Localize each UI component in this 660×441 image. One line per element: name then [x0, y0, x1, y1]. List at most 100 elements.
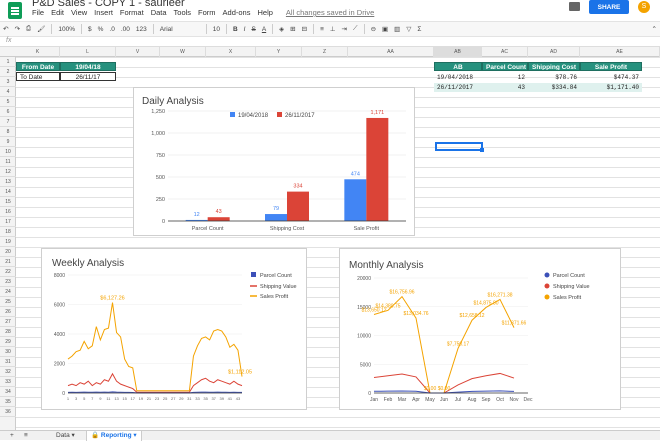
to-date-label[interactable]: To Date: [16, 72, 60, 81]
menu-data[interactable]: Data: [151, 8, 167, 17]
col-header[interactable]: K: [16, 47, 60, 57]
formula-bar[interactable]: fx: [0, 37, 660, 47]
align-icon[interactable]: ≡: [320, 26, 324, 33]
row-header[interactable]: 34: [0, 387, 16, 397]
valign-icon[interactable]: ⊥: [330, 25, 336, 33]
summary-cell[interactable]: 12: [482, 73, 528, 82]
summary-cell[interactable]: $1,171.40: [580, 83, 642, 92]
menu-form[interactable]: Form: [198, 8, 216, 17]
increase-decimal-button[interactable]: .00: [121, 26, 130, 33]
summary-header-shipping[interactable]: Shipping Cost: [528, 62, 580, 71]
daily-analysis-chart[interactable]: Daily Analysis 19/04/2018 26/11/2017 0 25…: [133, 87, 415, 236]
summary-header-profit[interactable]: Sale Profit: [580, 62, 642, 71]
to-date-value[interactable]: 26/11/17: [60, 72, 116, 81]
undo-icon[interactable]: ↶: [3, 25, 8, 33]
row-header[interactable]: 17: [0, 217, 16, 227]
col-header[interactable]: AA: [348, 47, 434, 57]
avatar[interactable]: S: [638, 1, 650, 13]
row-header[interactable]: 25: [0, 297, 16, 307]
share-button[interactable]: SHARE: [589, 0, 629, 14]
strikethrough-icon[interactable]: S: [251, 26, 255, 33]
functions-icon[interactable]: Σ: [417, 26, 421, 33]
menu-view[interactable]: View: [71, 8, 87, 17]
row-header[interactable]: 5: [0, 97, 16, 107]
summary-header-ab[interactable]: AB: [434, 62, 482, 71]
percent-button[interactable]: %: [98, 26, 104, 33]
row-header[interactable]: 12: [0, 167, 16, 177]
row-header[interactable]: 26: [0, 307, 16, 317]
row-header[interactable]: 21: [0, 257, 16, 267]
menu-edit[interactable]: Edit: [51, 8, 64, 17]
row-header[interactable]: 14: [0, 187, 16, 197]
filter-icon[interactable]: ▽: [406, 25, 411, 33]
wrap-icon[interactable]: ⇥: [342, 25, 347, 33]
bar[interactable]: [287, 191, 309, 221]
bar[interactable]: [344, 179, 367, 221]
row-header[interactable]: 18: [0, 227, 16, 237]
row-header[interactable]: 36: [0, 407, 16, 417]
row-header[interactable]: 22: [0, 267, 16, 277]
row-header[interactable]: 31: [0, 357, 16, 367]
sheets-logo-icon[interactable]: [8, 2, 22, 19]
col-header[interactable]: Y: [256, 47, 302, 57]
row-header[interactable]: 4: [0, 87, 16, 97]
row-header[interactable]: 13: [0, 177, 16, 187]
row-header[interactable]: 16: [0, 207, 16, 217]
menu-help[interactable]: Help: [257, 8, 272, 17]
collapse-toolbar-icon[interactable]: ⌃: [652, 25, 657, 33]
summary-header-parcel[interactable]: Parcel Count: [482, 62, 528, 71]
row-header[interactable]: 15: [0, 197, 16, 207]
bold-icon[interactable]: B: [233, 26, 238, 33]
row-header[interactable]: 6: [0, 107, 16, 117]
row-header[interactable]: 10: [0, 147, 16, 157]
col-header[interactable]: AB: [434, 47, 482, 57]
more-formats-button[interactable]: 123: [136, 26, 147, 33]
bar[interactable]: [207, 217, 230, 221]
row-header[interactable]: 29: [0, 337, 16, 347]
row-header[interactable]: 35: [0, 397, 16, 407]
decrease-decimal-button[interactable]: .0: [109, 26, 114, 33]
bar[interactable]: [366, 117, 389, 221]
row-header[interactable]: 19: [0, 237, 16, 247]
row-header[interactable]: 1: [0, 57, 16, 67]
col-header[interactable]: AC: [482, 47, 528, 57]
row-header[interactable]: 9: [0, 137, 16, 147]
col-header[interactable]: AD: [528, 47, 580, 57]
col-header[interactable]: L: [60, 47, 116, 57]
col-header[interactable]: AE: [580, 47, 660, 57]
col-header[interactable]: Z: [302, 47, 348, 57]
selected-cell[interactable]: [435, 142, 484, 152]
summary-cell[interactable]: 26/11/2017: [434, 83, 482, 92]
menu-addons[interactable]: Add-ons: [223, 8, 251, 17]
row-header[interactable]: 27: [0, 317, 16, 327]
col-header[interactable]: X: [206, 47, 256, 57]
link-icon[interactable]: ⊖: [371, 25, 376, 33]
comments-icon[interactable]: [569, 2, 580, 11]
summary-cell[interactable]: $474.37: [580, 73, 642, 82]
font-size-select[interactable]: 10: [213, 26, 220, 33]
menu-tools[interactable]: Tools: [174, 8, 192, 17]
row-header[interactable]: 7: [0, 117, 16, 127]
italic-icon[interactable]: I: [244, 26, 246, 33]
col-header[interactable]: V: [116, 47, 160, 57]
from-date-label[interactable]: From Date: [16, 62, 60, 71]
row-header[interactable]: 2: [0, 67, 16, 77]
paint-format-icon[interactable]: 🖌: [37, 25, 45, 33]
monthly-analysis-chart[interactable]: Monthly Analysis Parcel Count Shipping V…: [339, 248, 621, 410]
currency-button[interactable]: $: [88, 26, 92, 33]
menu-insert[interactable]: Insert: [94, 8, 113, 17]
menu-file[interactable]: File: [32, 8, 44, 17]
row-header[interactable]: 23: [0, 277, 16, 287]
row-header[interactable]: 32: [0, 367, 16, 377]
row-header[interactable]: 28: [0, 327, 16, 337]
redo-icon[interactable]: ↷: [14, 25, 19, 33]
fill-color-icon[interactable]: ◈: [279, 25, 284, 33]
summary-cell[interactable]: 19/04/2018: [434, 73, 482, 82]
row-header[interactable]: 8: [0, 127, 16, 137]
row-header[interactable]: 3: [0, 77, 16, 87]
bar[interactable]: [265, 214, 287, 221]
row-header[interactable]: 11: [0, 157, 16, 167]
print-icon[interactable]: ⎙: [26, 25, 31, 33]
weekly-analysis-chart[interactable]: Weekly Analysis Parcel Count Shipping Va…: [41, 248, 307, 410]
summary-cell[interactable]: 43: [482, 83, 528, 92]
